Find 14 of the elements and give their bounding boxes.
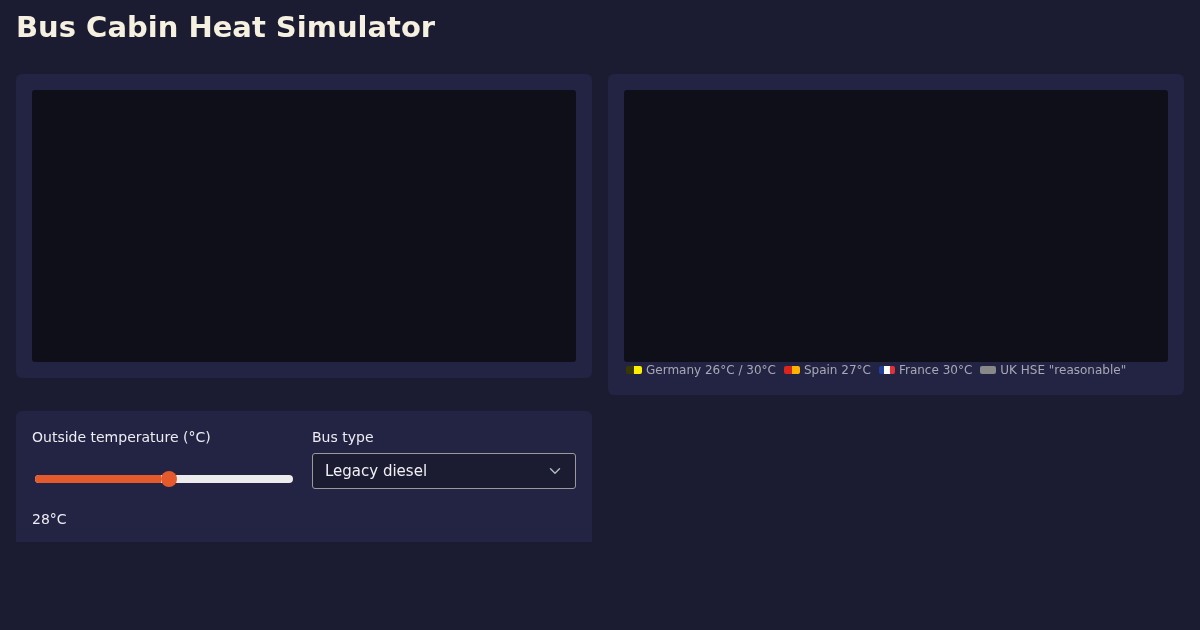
legend-label: Spain 27°C — [803, 361, 871, 379]
bus-type-select[interactable]: Legacy diesel — [312, 452, 576, 489]
temperature-label: Outside temperature (°C) — [32, 427, 212, 447]
legend-label: Germany 26°C / 30°C — [646, 361, 776, 379]
legend-swatch-icon — [980, 366, 997, 375]
temperature-reading: 28°C — [32, 509, 68, 529]
slider-thumb[interactable] — [161, 470, 178, 487]
legend-swatch-icon — [878, 366, 895, 375]
legend-label: France 30°C — [898, 361, 973, 379]
bus-type-label: Bus type — [312, 427, 375, 447]
page-title: Bus Cabin Heat Simulator — [16, 10, 436, 45]
legend-swatch-icon — [783, 366, 800, 375]
legend-label: UK HSE "reasonable" — [1000, 361, 1127, 379]
legend-swatch-icon — [626, 366, 642, 375]
